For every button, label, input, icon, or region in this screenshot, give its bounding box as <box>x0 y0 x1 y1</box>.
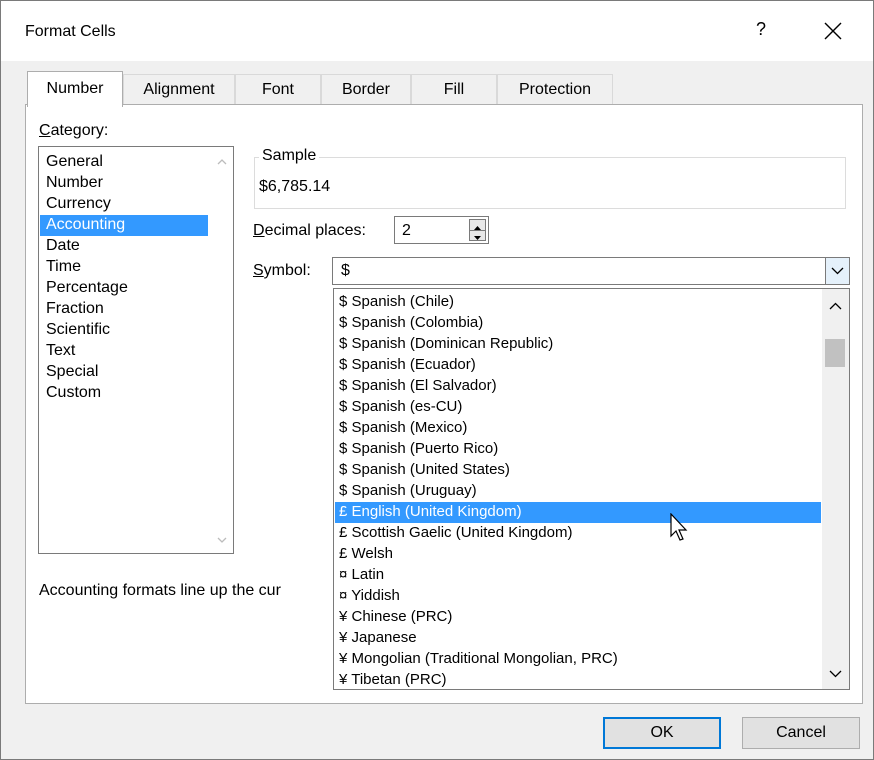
sample-value: $6,785.14 <box>259 178 331 195</box>
category-item-fraction[interactable]: Fraction <box>40 299 208 320</box>
symbol-option-highlighted[interactable]: £ English (United Kingdom) <box>335 502 821 523</box>
title-bar: Format Cells ? <box>1 1 873 61</box>
category-item-time[interactable]: Time <box>40 257 208 278</box>
symbol-option[interactable]: ¤ Yiddish <box>335 586 821 607</box>
format-cells-dialog: Format Cells ? Number Alignment Font Bor… <box>0 0 874 760</box>
symbol-option[interactable]: $ Spanish (Uruguay) <box>335 481 821 502</box>
tab-number[interactable]: Number <box>27 71 123 107</box>
dialog-title: Format Cells <box>25 23 116 40</box>
symbol-option[interactable]: ¥ Tibetan (PRC) <box>335 670 821 688</box>
symbol-option[interactable]: $ Spanish (United States) <box>335 460 821 481</box>
symbol-option[interactable]: £ Scottish Gaelic (United Kingdom) <box>335 523 821 544</box>
number-tab-panel: Category: General Number Currency Accoun… <box>25 104 863 704</box>
category-label: Category: <box>39 122 109 139</box>
symbol-option[interactable]: $ Spanish (Chile) <box>335 292 821 313</box>
close-button[interactable] <box>813 13 853 49</box>
category-item-accounting[interactable]: Accounting <box>40 215 208 236</box>
symbol-option[interactable]: ¥ Mongolian (Traditional Mongolian, PRC) <box>335 649 821 670</box>
tab-font[interactable]: Font <box>235 74 321 104</box>
symbol-option[interactable]: $ Spanish (Dominican Republic) <box>335 334 821 355</box>
ok-button[interactable]: OK <box>603 717 721 749</box>
symbol-label: Symbol: <box>253 262 311 279</box>
decimal-places-spin-buttons <box>469 219 486 241</box>
tab-fill[interactable]: Fill <box>411 74 497 104</box>
decimal-places-label: Decimal places: <box>253 222 366 239</box>
symbol-dropdown-list[interactable]: $ Spanish (Chile) $ Spanish (Colombia) $… <box>333 288 850 690</box>
category-item-general[interactable]: General <box>40 152 208 173</box>
category-item-special[interactable]: Special <box>40 362 208 383</box>
cancel-button[interactable]: Cancel <box>742 717 860 749</box>
format-description: Accounting formats line up the cur <box>39 582 281 599</box>
symbol-option[interactable]: $ Spanish (Puerto Rico) <box>335 439 821 460</box>
category-item-currency[interactable]: Currency <box>40 194 208 215</box>
symbol-option[interactable]: $ Spanish (es-CU) <box>335 397 821 418</box>
scroll-up-icon[interactable] <box>829 297 842 314</box>
symbol-option[interactable]: $ Spanish (Ecuador) <box>335 355 821 376</box>
category-scroll-down-icon[interactable] <box>213 531 231 549</box>
symbol-option[interactable]: ¥ Japanese <box>335 628 821 649</box>
symbol-option[interactable]: ¥ Chinese (PRC) <box>335 607 821 628</box>
mouse-cursor-icon <box>670 513 688 541</box>
sample-legend: Sample <box>259 147 320 165</box>
symbol-value: $ <box>341 262 350 279</box>
symbol-option[interactable]: $ Spanish (Colombia) <box>335 313 821 334</box>
category-list[interactable]: General Number Currency Accounting Date … <box>38 146 234 554</box>
category-item-scientific[interactable]: Scientific <box>40 320 208 341</box>
scrollbar-thumb[interactable] <box>825 339 845 367</box>
scroll-down-icon[interactable] <box>829 665 842 682</box>
chevron-down-icon <box>831 267 844 275</box>
symbol-option[interactable]: £ Welsh <box>335 544 821 565</box>
category-item-percentage[interactable]: Percentage <box>40 278 208 299</box>
symbol-option[interactable]: $ Spanish (Mexico) <box>335 418 821 439</box>
close-icon <box>824 22 842 40</box>
symbol-option[interactable]: $ Spanish (El Salvador) <box>335 376 821 397</box>
tab-protection[interactable]: Protection <box>497 74 613 104</box>
decimal-places-spinner[interactable]: 2 <box>394 216 489 244</box>
spin-down-icon[interactable] <box>470 230 485 240</box>
symbol-combobox[interactable]: $ <box>332 257 850 285</box>
dropdown-scrollbar[interactable] <box>822 289 849 689</box>
category-item-custom[interactable]: Custom <box>40 383 208 404</box>
tab-border[interactable]: Border <box>321 74 411 104</box>
category-item-date[interactable]: Date <box>40 236 208 257</box>
category-item-text[interactable]: Text <box>40 341 208 362</box>
symbol-dropdown-button[interactable] <box>825 258 849 284</box>
tab-alignment[interactable]: Alignment <box>123 74 235 104</box>
help-button[interactable]: ? <box>749 19 773 43</box>
category-item-number[interactable]: Number <box>40 173 208 194</box>
symbol-option[interactable]: ¤ Latin <box>335 565 821 586</box>
decimal-places-value[interactable]: 2 <box>402 222 411 240</box>
category-scroll-up-icon[interactable] <box>213 153 231 171</box>
sample-group <box>254 157 846 209</box>
